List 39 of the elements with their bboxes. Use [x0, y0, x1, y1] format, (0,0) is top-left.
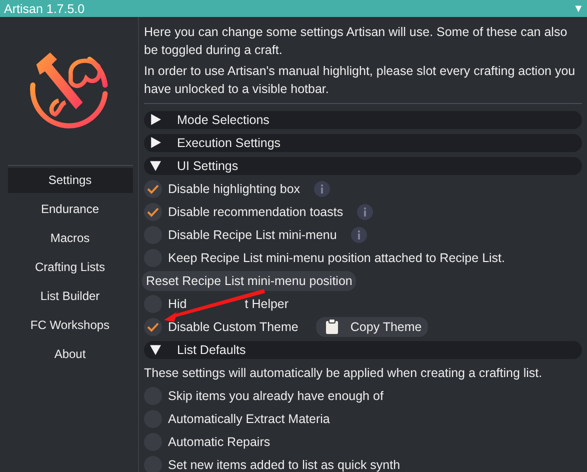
sidebar-item[interactable]: Crafting Lists	[8, 255, 132, 280]
checkbox-label: t Helper	[244, 296, 289, 310]
checkbox-label: Disable recommendation toasts	[168, 204, 344, 218]
expanded-arrow-icon	[150, 344, 161, 355]
sidebar-item[interactable]: About	[8, 342, 132, 367]
sidebar-item[interactable]: Macros	[8, 226, 132, 251]
checkbox-label: Automatic Repairs	[168, 434, 270, 448]
intro-text: Here you can change some settings Artisan will use. Some of these can also be toggled during a craft.	[144, 24, 568, 59]
window-title: Artisan 1.7.5.0	[4, 2, 85, 16]
section-header[interactable]: Mode Selections	[144, 110, 582, 128]
sidebar-item[interactable]: FC Workshops	[8, 313, 132, 338]
checkbox-label: Disable Custom Theme	[168, 320, 298, 334]
expanded-arrow-icon	[150, 160, 161, 171]
copy-theme-button[interactable]: Copy Theme	[316, 316, 428, 336]
collapsed-arrow-icon	[150, 114, 161, 125]
checkbox-label: Disable highlighting box	[168, 182, 300, 196]
checkbox-label: Skip items you already have enough of	[168, 388, 384, 402]
checkbox-label: Set new items added to list as quick synth	[168, 458, 400, 472]
reset-button[interactable]: Reset Recipe List mini-menu position	[142, 270, 356, 290]
section-header[interactable]: Execution Settings	[144, 134, 582, 152]
description-text: These settings will automatically be applied when creating a crafting list.	[144, 366, 542, 380]
sidebar-item[interactable]: Settings	[8, 168, 132, 193]
sidebar-item[interactable]: List Builder	[8, 284, 132, 309]
checkbox-label: Automatically Extract Materia	[168, 412, 330, 426]
sidebar-item[interactable]: Endurance	[8, 197, 132, 222]
checkbox-label: Disable Recipe List mini-menu	[168, 228, 337, 242]
check-icon	[147, 206, 159, 216]
checkbox[interactable]	[144, 202, 162, 220]
section-header[interactable]: UI Settings	[144, 156, 582, 174]
checkbox-label: Keep Recipe List mini-menu position attached to Recipe List.	[168, 250, 505, 264]
collapsed-arrow-icon	[150, 137, 161, 148]
check-icon	[147, 184, 159, 194]
intro-text: In order to use Artisan's manual highlight, please slot every crafting action you have unlocked to a visible hotbar.	[144, 63, 576, 98]
clipboard-icon	[326, 319, 338, 334]
checkbox-label: Hid	[168, 296, 187, 310]
section-header[interactable]: List Defaults	[144, 340, 582, 358]
checkbox[interactable]	[144, 180, 162, 198]
checkbox[interactable]	[144, 318, 162, 336]
check-icon	[147, 322, 159, 332]
